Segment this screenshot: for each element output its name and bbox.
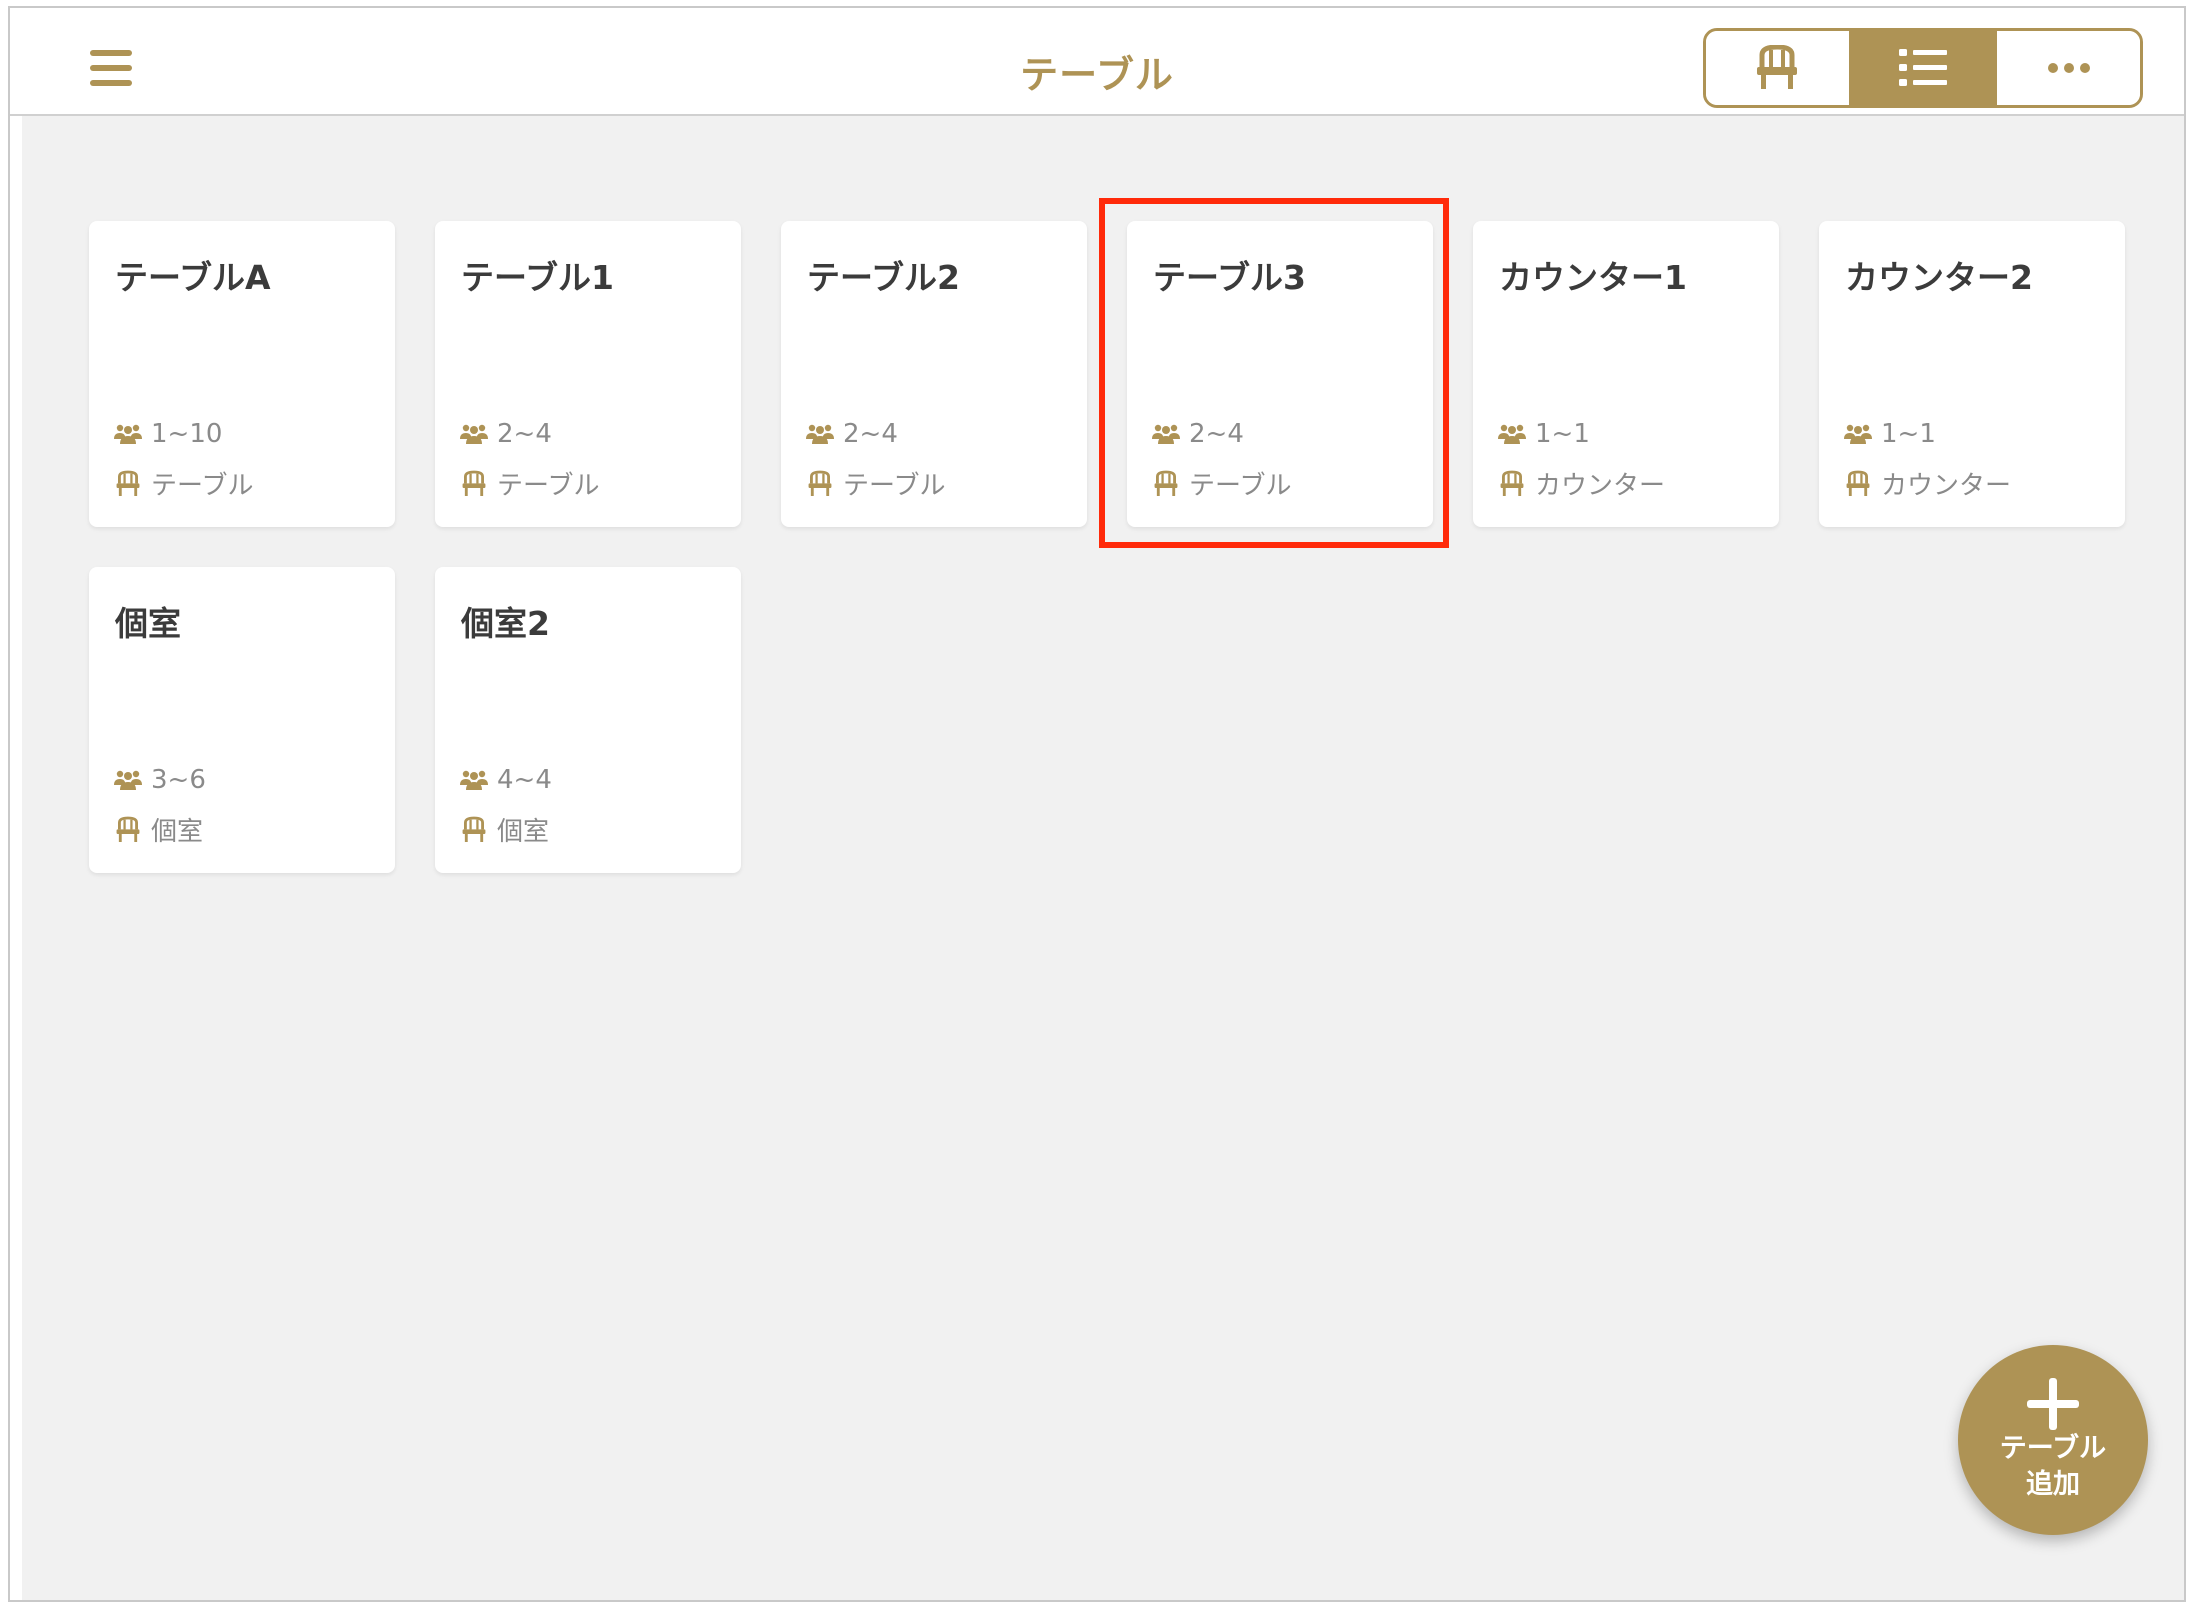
plus-icon (2027, 1378, 2079, 1430)
type-row: テーブル (1151, 465, 1291, 502)
table-grid: テーブルA 1~10 テーブル テーブル1 2~4 テーブル テーブル2 2~4… (89, 221, 2129, 873)
type-row: テーブル (459, 465, 599, 502)
capacity-row: 1~10 (113, 419, 222, 449)
table-card[interactable]: カウンター2 1~1 カウンター (1819, 221, 2125, 527)
chair-icon (808, 470, 832, 496)
chair-icon (462, 816, 486, 842)
type-row: テーブル (113, 465, 253, 502)
people-icon (114, 770, 142, 790)
capacity-text: 2~4 (497, 419, 552, 449)
table-card[interactable]: テーブル1 2~4 テーブル (435, 221, 741, 527)
more-dots-icon (2047, 63, 2090, 73)
table-name: テーブル3 (1153, 258, 1306, 297)
app-window: テーブル テーブルA 1~10 テーブル テーブル1 2~4 テーブル テーブル… (8, 6, 2186, 1602)
type-row: 個室 (113, 811, 203, 848)
table-card[interactable]: テーブルA 1~10 テーブル (89, 221, 395, 527)
capacity-text: 2~4 (1189, 419, 1244, 449)
table-type-text: 個室 (497, 817, 550, 847)
people-icon (1498, 424, 1526, 444)
capacity-text: 3~6 (151, 765, 206, 795)
capacity-text: 2~4 (843, 419, 898, 449)
view-toggle (1703, 28, 2143, 108)
type-row: カウンター (1843, 465, 2011, 502)
type-row: テーブル (805, 465, 945, 502)
capacity-text: 1~1 (1881, 419, 1936, 449)
table-list-area: テーブルA 1~10 テーブル テーブル1 2~4 テーブル テーブル2 2~4… (22, 116, 2184, 1600)
table-card[interactable]: 個室2 4~4 個室 (435, 567, 741, 873)
capacity-row: 3~6 (113, 765, 206, 795)
capacity-row: 1~1 (1843, 419, 1936, 449)
capacity-row: 1~1 (1497, 419, 1590, 449)
add-table-button[interactable]: テーブル 追加 (1958, 1345, 2148, 1535)
list-view-button[interactable] (1848, 31, 1995, 105)
chair-icon (116, 470, 140, 496)
capacity-row: 4~4 (459, 765, 552, 795)
table-name: カウンター1 (1499, 258, 1687, 297)
table-type-text: テーブル (843, 471, 946, 501)
table-card[interactable]: テーブル3 2~4 テーブル (1127, 221, 1433, 527)
chair-icon (462, 470, 486, 496)
more-button[interactable] (1994, 31, 2140, 105)
table-card[interactable]: テーブル2 2~4 テーブル (781, 221, 1087, 527)
table-name: 個室 (115, 604, 181, 643)
table-name: カウンター2 (1845, 258, 2033, 297)
people-icon (114, 424, 142, 444)
chair-icon (116, 816, 140, 842)
table-card[interactable]: カウンター1 1~1 カウンター (1473, 221, 1779, 527)
table-type-text: 個室 (151, 817, 204, 847)
table-name: 個室2 (461, 604, 550, 643)
type-row: カウンター (1497, 465, 1665, 502)
capacity-row: 2~4 (459, 419, 552, 449)
seat-view-button[interactable] (1706, 31, 1849, 105)
people-icon (460, 770, 488, 790)
chair-icon (1500, 470, 1524, 496)
add-table-label: テーブル 追加 (1999, 1433, 2107, 1500)
capacity-row: 2~4 (805, 419, 898, 449)
people-icon (1152, 424, 1180, 444)
chair-icon (1757, 45, 1798, 89)
table-type-text: テーブル (497, 471, 600, 501)
chair-icon (1846, 470, 1870, 496)
table-type-text: テーブル (151, 471, 254, 501)
table-name: テーブル2 (807, 258, 960, 297)
table-type-text: テーブル (1189, 471, 1292, 501)
capacity-text: 4~4 (497, 765, 552, 795)
capacity-text: 1~1 (1535, 419, 1590, 449)
capacity-text: 1~10 (151, 419, 223, 449)
top-bar: テーブル (10, 8, 2184, 116)
table-name: テーブルA (115, 258, 271, 297)
people-icon (806, 424, 834, 444)
list-icon (1899, 49, 1947, 86)
people-icon (1844, 424, 1872, 444)
people-icon (460, 424, 488, 444)
table-card[interactable]: 個室 3~6 個室 (89, 567, 395, 873)
type-row: 個室 (459, 811, 549, 848)
table-type-text: カウンター (1881, 471, 2012, 501)
chair-icon (1154, 470, 1178, 496)
capacity-row: 2~4 (1151, 419, 1244, 449)
table-type-text: カウンター (1535, 471, 1666, 501)
table-name: テーブル1 (461, 258, 614, 297)
